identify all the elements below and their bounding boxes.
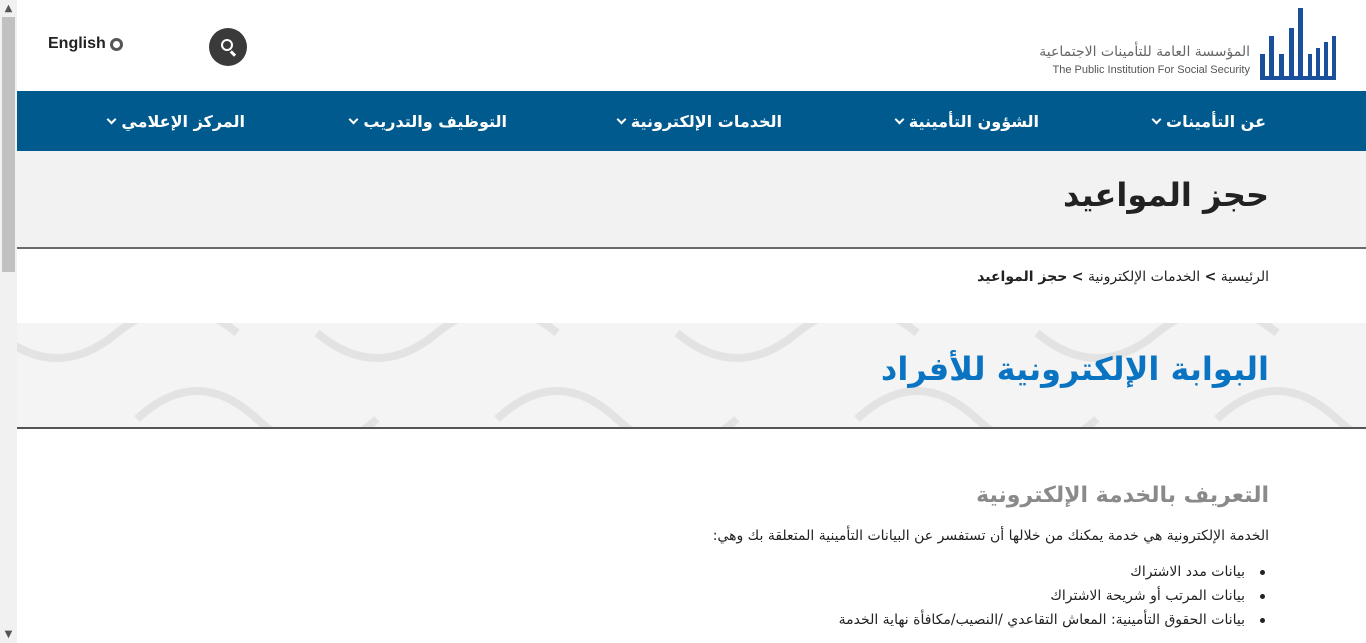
main-navigation: عن التأمينات الشؤون التأمينية الخدمات ال… [17, 91, 1366, 151]
chevron-down-icon [106, 114, 117, 124]
list-item: بيانات مدد الاشتراك [839, 562, 1269, 586]
chevron-down-icon [894, 114, 905, 124]
nav-item-label: عن التأمينات [1166, 111, 1266, 131]
breadcrumb-separator: > [1204, 269, 1217, 285]
chevron-down-icon [348, 114, 359, 124]
section-title: التعريف بالخدمة الإلكترونية [976, 483, 1269, 508]
page-title: حجز المواعيد [1062, 176, 1269, 214]
nav-item-e-services[interactable]: الخدمات الإلكترونية [616, 91, 782, 151]
chevron-down-icon [1151, 114, 1162, 124]
breadcrumb: الرئيسية > الخدمات الإلكترونية > حجز الم… [977, 269, 1269, 285]
breadcrumb-separator: > [1071, 269, 1084, 285]
page-title-band: حجز المواعيد [17, 151, 1366, 249]
chevron-down-icon [616, 114, 627, 124]
nav-item-media-center[interactable]: المركز الإعلامي [106, 91, 245, 151]
site-header: English المؤسسة العامة للتأمينات الاجتما… [17, 0, 1366, 91]
breadcrumb-section-link[interactable]: الخدمات الإلكترونية [1088, 269, 1200, 285]
breadcrumb-current: حجز المواعيد [977, 269, 1068, 285]
nav-item-label: التوظيف والتدريب [363, 111, 507, 131]
logo-english-text: The Public Institution For Social Securi… [1052, 64, 1250, 76]
language-switch-link[interactable]: English [48, 35, 123, 53]
nav-item-label: الشؤون التأمينية [908, 111, 1039, 131]
vertical-scrollbar[interactable]: ▲ ▼ [0, 0, 17, 643]
portal-banner: البوابة الإلكترونية للأفراد [17, 323, 1366, 429]
logo-mark-icon [1260, 8, 1336, 80]
portal-title: البوابة الإلكترونية للأفراد [880, 350, 1269, 388]
nav-item-employment-training[interactable]: التوظيف والتدريب [348, 91, 507, 151]
nav-item-label: الخدمات الإلكترونية [630, 111, 782, 131]
search-button[interactable] [209, 28, 247, 66]
scroll-down-arrow-icon[interactable]: ▼ [0, 626, 17, 643]
nav-item-label: المركز الإعلامي [121, 111, 245, 131]
list-item: بيانات الحقوق التأمينية: المعاش التقاعدي… [839, 610, 1269, 634]
logo-arabic-text: المؤسسة العامة للتأمينات الاجتماعية [1039, 44, 1250, 60]
list-item: بيانات المرتب أو شريحة الاشتراك [839, 586, 1269, 610]
site-logo[interactable]: المؤسسة العامة للتأمينات الاجتماعية The … [1016, 8, 1336, 84]
language-label: English [48, 35, 106, 52]
globe-icon [109, 37, 123, 51]
intro-text: الخدمة الإلكترونية هي خدمة يمكنك من خلال… [712, 528, 1269, 544]
nav-item-insurance-affairs[interactable]: الشؤون التأمينية [894, 91, 1039, 151]
bullet-list: بيانات مدد الاشتراك بيانات المرتب أو شري… [839, 562, 1269, 634]
page: English المؤسسة العامة للتأمينات الاجتما… [17, 0, 1366, 643]
breadcrumb-home-link[interactable]: الرئيسية [1221, 269, 1269, 285]
scrollbar-thumb[interactable] [2, 17, 15, 272]
nav-item-about[interactable]: عن التأمينات [1151, 91, 1266, 151]
scroll-up-arrow-icon[interactable]: ▲ [0, 0, 17, 17]
